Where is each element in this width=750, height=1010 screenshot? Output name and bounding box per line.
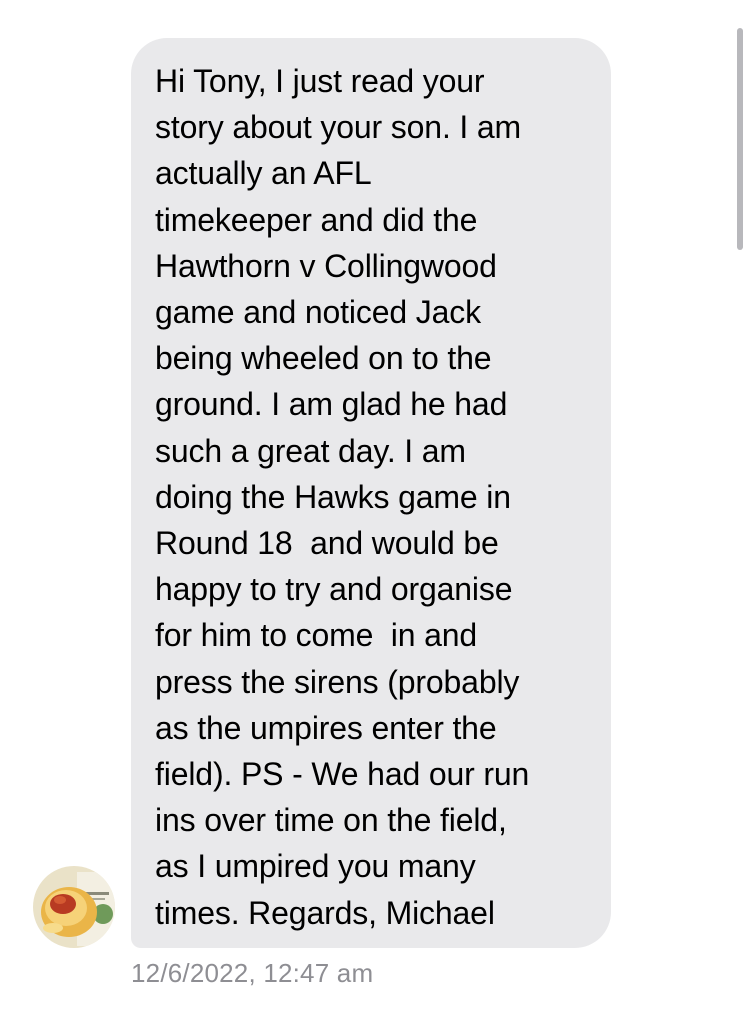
message-line: Hawthorn v Collingwood	[155, 247, 497, 284]
message-line: story about your son. I am	[155, 109, 522, 146]
message-line: times. Regards, Michael	[155, 894, 495, 931]
message-line: field). PS - We had our run	[155, 756, 530, 793]
message-line: happy to try and organise	[155, 571, 513, 608]
message-line: timekeeper and did the	[155, 201, 478, 238]
message-line: such a great day. I am	[155, 432, 466, 469]
message-line: as I umpired you many	[155, 848, 476, 885]
scrollbar[interactable]	[737, 28, 743, 250]
message-line: ground. I am glad he had	[155, 386, 508, 423]
message-line: being wheeled on to the	[155, 340, 492, 377]
message-line: as the umpires enter the	[155, 709, 497, 746]
message-bubble[interactable]: Hi Tony, I just read your story about yo…	[131, 38, 611, 948]
sender-avatar[interactable]	[33, 866, 115, 948]
message-line: ins over time on the field,	[155, 802, 507, 839]
message-text: Hi Tony, I just read your story about yo…	[155, 58, 591, 936]
message-line: Round 18 and would be	[155, 525, 499, 562]
message-line: Hi Tony, I just read your	[155, 63, 485, 99]
avatar-photo-icon	[33, 866, 115, 948]
message-line: actually an AFL	[155, 155, 372, 192]
message-line: for him to come in and	[155, 617, 478, 654]
chat-thread: Hi Tony, I just read your story about yo…	[0, 0, 750, 1010]
message-line: doing the Hawks game in	[155, 478, 511, 515]
message-line: game and noticed Jack	[155, 294, 481, 331]
message-timestamp: 12/6/2022, 12:47 am	[131, 958, 374, 988]
message-line: press the sirens (probably	[155, 663, 520, 700]
